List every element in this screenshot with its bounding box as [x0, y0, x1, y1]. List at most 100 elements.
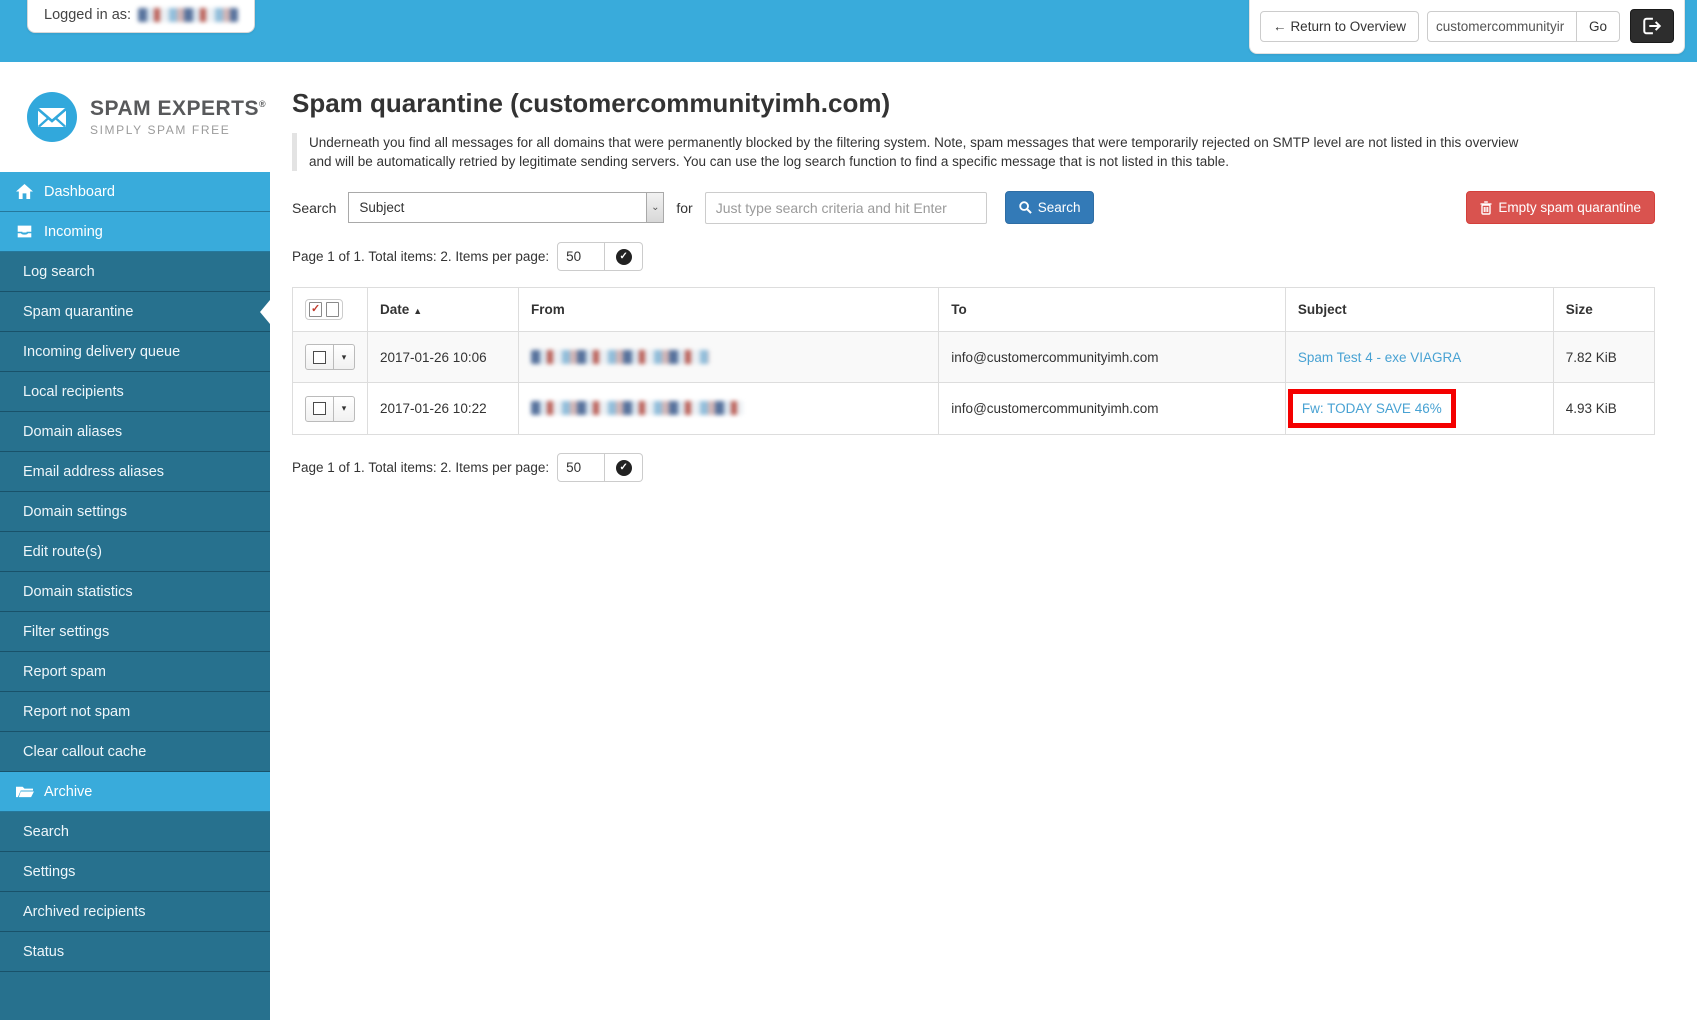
sidebar: SPAM EXPERTS® SIMPLY SPAM FREE Dashboard…: [0, 62, 270, 1020]
folder-icon: [16, 786, 34, 798]
items-per-page-input[interactable]: [557, 453, 606, 482]
checkbox-icon: [313, 402, 326, 415]
column-header-from[interactable]: From: [518, 287, 940, 332]
checkbox-icon: [313, 350, 326, 364]
brand-title: SPAM EXPERTS®: [90, 97, 267, 120]
sidebar-item-incoming-delivery-queue[interactable]: Incoming delivery queue: [0, 332, 270, 372]
sidebar-item-edit-routes[interactable]: Edit route(s): [0, 532, 270, 572]
sort-asc-icon: ▲: [413, 306, 423, 316]
pagination-text: Page 1 of 1. Total items: 2. Items per p…: [292, 460, 550, 475]
search-criteria-input[interactable]: [704, 191, 987, 224]
row-subject: Spam Test 4 - exe VIAGRA: [1284, 331, 1554, 383]
sidebar-item-email-address-aliases[interactable]: Email address aliases: [0, 452, 270, 492]
row-checkbox[interactable]: [305, 395, 334, 422]
logout-button[interactable]: [1630, 9, 1674, 43]
column-header-subject[interactable]: Subject: [1284, 287, 1554, 332]
spamexperts-envelope-icon: [27, 92, 77, 142]
apply-page-size-button[interactable]: ✓: [605, 242, 644, 271]
logout-icon: [1643, 17, 1662, 35]
sidebar-item-domain-settings[interactable]: Domain settings: [0, 492, 270, 532]
sidebar-item-archive[interactable]: Archive: [0, 772, 270, 812]
sidebar-item-dashboard[interactable]: Dashboard: [0, 172, 270, 212]
row-select-cell: ▾: [292, 382, 368, 435]
sidebar-item-status[interactable]: Status: [0, 932, 270, 972]
table-header-row: ✓ Date ▲ From To Subject Size: [292, 287, 1656, 332]
return-to-overview-button[interactable]: ← Return to Overview: [1259, 10, 1419, 42]
left-arrow-icon: ←: [1272, 18, 1287, 34]
row-size: 4.93 KiB: [1552, 382, 1656, 435]
sidebar-item-domain-aliases[interactable]: Domain aliases: [0, 412, 270, 452]
logged-in-user-redacted: [138, 8, 239, 22]
pagination-top: Page 1 of 1. Total items: 2. Items per p…: [292, 242, 1655, 271]
sidebar-item-spam-quarantine[interactable]: Spam quarantine: [0, 292, 270, 332]
sidebar-item-archived-recipients[interactable]: Archived recipients: [0, 892, 270, 932]
search-icon: [1018, 201, 1032, 214]
logged-in-box: Logged in as:: [27, 0, 256, 33]
chevron-down-icon: ⌄: [646, 193, 664, 222]
quarantine-table: ✓ Date ▲ From To Subject Size ▾ 2017-01-…: [292, 287, 1656, 435]
table-row: ▾ 2017-01-26 10:22 info@customercommunit…: [292, 382, 1656, 435]
caret-down-icon: ▾: [341, 403, 347, 413]
table-row: ▾ 2017-01-26 10:06 info@customercommunit…: [292, 331, 1656, 383]
sidebar-item-report-spam[interactable]: Report spam: [0, 652, 270, 692]
row-actions-dropdown[interactable]: ▾: [334, 344, 355, 370]
go-button[interactable]: Go: [1575, 10, 1620, 42]
sidebar-item-domain-statistics[interactable]: Domain statistics: [0, 572, 270, 612]
sidebar-item-filter-settings[interactable]: Filter settings: [0, 612, 270, 652]
subject-link[interactable]: Spam Test 4 - exe VIAGRA: [1298, 350, 1461, 365]
column-header-date[interactable]: Date ▲: [366, 287, 520, 332]
row-to: info@customercommunityimh.com: [938, 382, 1286, 435]
inbox-icon: [16, 224, 33, 239]
check-circle-icon: ✓: [615, 459, 632, 476]
from-address-redacted: [531, 349, 710, 364]
row-actions-dropdown[interactable]: ▾: [334, 395, 355, 422]
main-content: Spam quarantine (customercommunityimh.co…: [270, 62, 1697, 1020]
column-header-size[interactable]: Size: [1552, 287, 1656, 332]
trash-icon: [1480, 200, 1492, 215]
top-bar: Logged in as: ←Return to Overview Go: [0, 0, 1697, 62]
for-label: for: [676, 199, 693, 216]
sidebar-menu: Dashboard Incoming Log search Spam quara…: [0, 172, 270, 994]
search-field-select[interactable]: Subject ⌄: [348, 192, 665, 223]
deselect-all-icon[interactable]: [323, 300, 339, 317]
row-subject: Fw: TODAY SAVE 46%: [1284, 382, 1554, 435]
brand-logo: SPAM EXPERTS® SIMPLY SPAM FREE: [0, 62, 270, 172]
sidebar-item-clear-callout-cache[interactable]: Clear callout cache: [0, 732, 270, 772]
sidebar-item-report-not-spam[interactable]: Report not spam: [0, 692, 270, 732]
sidebar-item-local-recipients[interactable]: Local recipients: [0, 372, 270, 412]
apply-page-size-button[interactable]: ✓: [605, 453, 644, 482]
sidebar-item-search[interactable]: Search: [0, 812, 270, 852]
row-to: info@customercommunityimh.com: [938, 331, 1286, 383]
search-controls: Search Subject ⌄ for Search: [292, 191, 1655, 224]
items-per-page-input[interactable]: [557, 242, 606, 271]
row-checkbox[interactable]: [305, 344, 334, 370]
page-title: Spam quarantine (customercommunityimh.co…: [292, 88, 891, 118]
sidebar-item-incoming[interactable]: Incoming: [0, 212, 270, 252]
sidebar-item-partial: [0, 972, 270, 994]
top-right-controls: ←Return to Overview Go: [1248, 0, 1685, 54]
row-date: 2017-01-26 10:06: [366, 331, 520, 383]
column-header-to[interactable]: To: [938, 287, 1286, 332]
row-size: 7.82 KiB: [1552, 331, 1656, 383]
select-all-icon[interactable]: ✓: [306, 300, 322, 317]
row-date: 2017-01-26 10:22: [366, 382, 520, 435]
row-select-cell: ▾: [292, 331, 368, 383]
pagination-text: Page 1 of 1. Total items: 2. Items per p…: [292, 249, 550, 264]
row-from: [518, 382, 940, 435]
annotation-highlight-box: Fw: TODAY SAVE 46%: [1287, 389, 1456, 428]
select-column-header: ✓: [292, 287, 368, 332]
check-circle-icon: ✓: [615, 248, 632, 265]
brand-tagline: SIMPLY SPAM FREE: [90, 123, 231, 137]
from-address-redacted: [531, 401, 744, 415]
search-button[interactable]: Search: [1004, 191, 1095, 224]
domain-search-input[interactable]: [1426, 10, 1577, 42]
sidebar-item-settings[interactable]: Settings: [0, 852, 270, 892]
page-description: Underneath you find all messages for all…: [292, 133, 1520, 171]
empty-spam-quarantine-button[interactable]: Empty spam quarantine: [1466, 191, 1655, 224]
pagination-bottom: Page 1 of 1. Total items: 2. Items per p…: [292, 453, 1655, 482]
row-from: [518, 331, 940, 383]
subject-link[interactable]: Fw: TODAY SAVE 46%: [1302, 401, 1442, 416]
sidebar-item-log-search[interactable]: Log search: [0, 252, 270, 292]
caret-down-icon: ▾: [341, 351, 347, 362]
home-icon: [16, 183, 33, 200]
